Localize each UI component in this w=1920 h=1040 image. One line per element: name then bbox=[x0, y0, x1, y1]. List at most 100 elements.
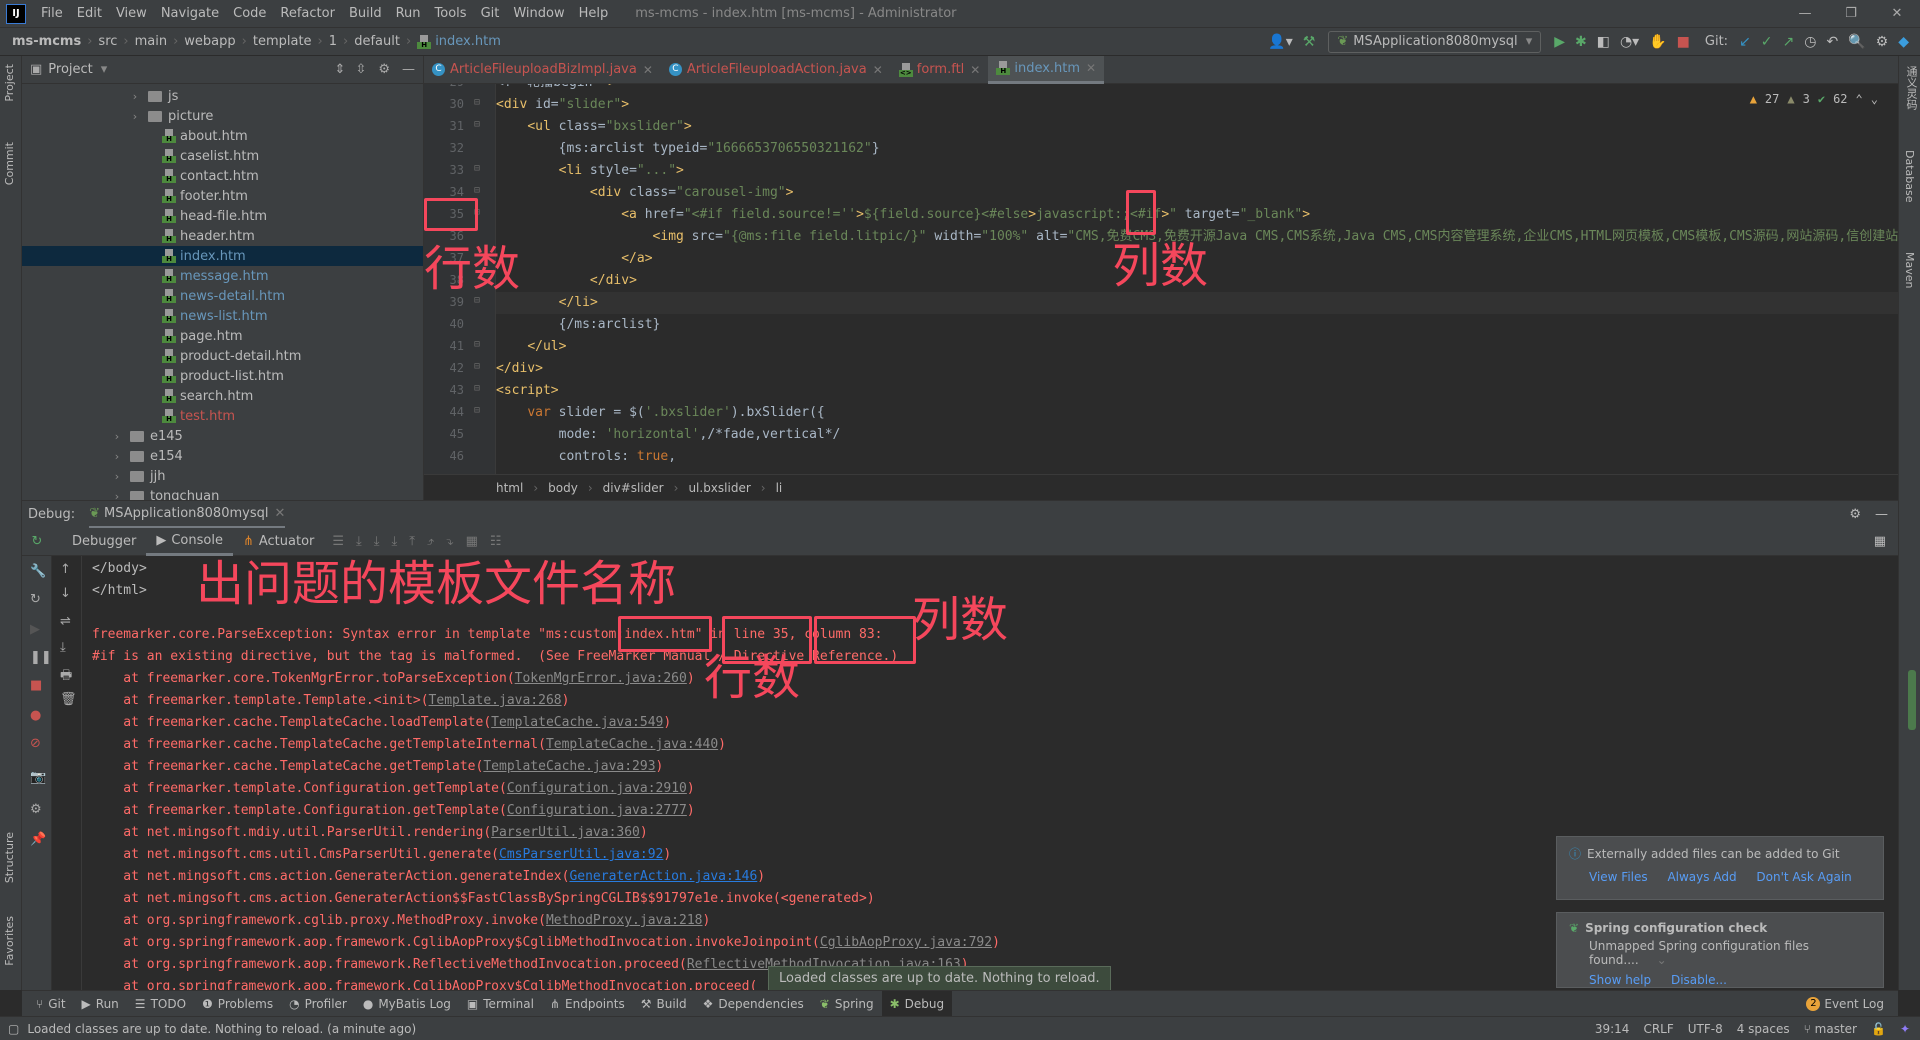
project-panel-title[interactable]: Project bbox=[48, 62, 92, 77]
layout-icon[interactable]: ▦ bbox=[1874, 534, 1886, 549]
menu-file[interactable]: File bbox=[34, 6, 70, 21]
rerun-icon[interactable]: ↻ bbox=[22, 534, 52, 549]
tree-item[interactable]: header.htm bbox=[22, 226, 423, 246]
breadcrumb-item[interactable]: template bbox=[253, 34, 312, 49]
stop-icon[interactable]: ■ bbox=[30, 678, 42, 693]
side-tab-project[interactable]: Project bbox=[3, 64, 16, 102]
menu-edit[interactable]: Edit bbox=[70, 6, 109, 21]
close-window-icon[interactable]: ✕ bbox=[1874, 6, 1920, 21]
fold-marker-icon[interactable]: ⊟ bbox=[474, 361, 480, 372]
tree-item[interactable]: head-file.htm bbox=[22, 206, 423, 226]
lock-icon[interactable]: 🔓 bbox=[1871, 1022, 1886, 1036]
chevron-down-icon[interactable]: ▾ bbox=[101, 62, 108, 77]
camera-icon[interactable]: 📷 bbox=[30, 770, 46, 785]
debug-bug-icon[interactable]: ✱ bbox=[1575, 34, 1587, 50]
chevron-right-icon[interactable]: › bbox=[110, 450, 124, 463]
coverage-icon[interactable]: ◧ bbox=[1597, 34, 1610, 50]
breadcrumb-item[interactable]: index.htm bbox=[435, 34, 501, 49]
git-branch[interactable]: ⑂ master bbox=[1804, 1022, 1857, 1036]
source-link[interactable]: GeneraterAction.java:146 bbox=[569, 869, 757, 884]
rerun-icon[interactable]: ↻ bbox=[30, 592, 41, 607]
tree-item[interactable]: news-list.htm bbox=[22, 306, 423, 326]
editor-breadcrumb-item[interactable]: body bbox=[548, 481, 578, 495]
menu-tools[interactable]: Tools bbox=[428, 6, 474, 21]
source-link[interactable]: Configuration.java:2777 bbox=[507, 803, 687, 818]
tree-item[interactable]: › js bbox=[22, 86, 423, 106]
editor-breadcrumb-item[interactable]: ul.bxslider bbox=[688, 481, 750, 495]
dont-ask-again-link[interactable]: Don't Ask Again bbox=[1756, 870, 1851, 884]
status-toggle-icon[interactable]: ▢ bbox=[8, 1022, 19, 1036]
side-tab-maven[interactable]: Maven bbox=[1903, 252, 1916, 288]
run-configuration-select[interactable]: ❦ MSApplication8080mysql ▾ bbox=[1328, 30, 1542, 53]
close-icon[interactable]: ✕ bbox=[274, 506, 285, 521]
side-tab-tongyi[interactable]: 通义灵码 bbox=[1903, 66, 1919, 110]
source-link[interactable]: TokenMgrError.java:260 bbox=[515, 671, 687, 686]
attach-icon[interactable]: ✋ bbox=[1649, 34, 1666, 50]
menu-help[interactable]: Help bbox=[572, 6, 616, 21]
fold-marker-icon[interactable]: ⊟ bbox=[474, 185, 480, 196]
collapse-all-icon[interactable]: ⇳ bbox=[355, 62, 366, 77]
tree-item[interactable]: product-detail.htm bbox=[22, 346, 423, 366]
toolwindow-dependencies[interactable]: ❖ Dependencies bbox=[695, 991, 812, 1017]
editor-breadcrumb-item[interactable]: div#slider bbox=[603, 481, 664, 495]
tree-item[interactable]: search.htm bbox=[22, 386, 423, 406]
chevron-right-icon[interactable]: › bbox=[110, 430, 124, 443]
disable-link[interactable]: Disable... bbox=[1671, 973, 1727, 987]
trash-icon[interactable]: 🗑 bbox=[60, 692, 77, 707]
wrench-icon[interactable]: 🔧 bbox=[30, 564, 46, 579]
mute-breakpoints-icon[interactable]: ⊘ bbox=[30, 736, 41, 751]
toolbox-icon[interactable]: ◆ bbox=[1898, 34, 1909, 50]
tab-actuator[interactable]: ⋔ Actuator bbox=[233, 528, 324, 556]
down-arrow-icon[interactable]: ↓ bbox=[60, 586, 71, 601]
toolwindow-spring[interactable]: ❦ Spring bbox=[812, 991, 882, 1017]
menu-window[interactable]: Window bbox=[506, 6, 571, 21]
tab-form-ftl[interactable]: form.ftl ✕ bbox=[891, 56, 989, 84]
stop-icon[interactable]: ■ bbox=[1677, 34, 1690, 50]
next-highlight-icon[interactable]: ⌄ bbox=[1871, 92, 1878, 106]
tree-item[interactable]: caselist.htm bbox=[22, 146, 423, 166]
source-link[interactable]: CglibAopProxy.java:792 bbox=[820, 935, 992, 950]
inspection-widget[interactable]: ▲ 27 ▲ 3 ✔ 62 ⌃ ⌄ bbox=[1750, 92, 1878, 106]
toolwindow-debug[interactable]: ✱ Debug bbox=[881, 990, 953, 1017]
toolwindow-endpoints[interactable]: ⋔ Endpoints bbox=[542, 991, 633, 1017]
always-add-link[interactable]: Always Add bbox=[1667, 870, 1736, 884]
side-tab-favorites[interactable]: Favorites bbox=[3, 916, 16, 966]
git-commit-icon[interactable]: ✓ bbox=[1761, 34, 1773, 50]
fold-marker-icon[interactable]: ⊟ bbox=[474, 119, 480, 130]
profile-icon[interactable]: ◔▾ bbox=[1620, 34, 1639, 50]
toolwindow-build[interactable]: ⚒ Build bbox=[633, 991, 695, 1017]
breadcrumb-item[interactable]: ms-mcms bbox=[12, 34, 81, 49]
chevron-right-icon[interactable]: › bbox=[128, 110, 142, 123]
tree-item[interactable]: › picture bbox=[22, 106, 423, 126]
tree-item[interactable]: footer.htm bbox=[22, 186, 423, 206]
toolwindow-problems[interactable]: ❶ Problems bbox=[194, 991, 281, 1017]
toolwindow-run[interactable]: ▶ Run bbox=[74, 991, 127, 1017]
previous-highlight-icon[interactable]: ⌃ bbox=[1856, 92, 1863, 106]
gear-icon[interactable]: ⚙ bbox=[30, 802, 42, 817]
build-hammer-icon[interactable]: ⚒ bbox=[1303, 34, 1316, 50]
side-tab-database[interactable]: Database bbox=[1903, 150, 1916, 203]
close-icon[interactable]: ✕ bbox=[873, 63, 883, 77]
tree-item[interactable]: test.htm bbox=[22, 406, 423, 426]
tree-item[interactable]: message.htm bbox=[22, 266, 423, 286]
breadcrumb-item[interactable]: src bbox=[98, 34, 117, 49]
chevron-right-icon[interactable]: › bbox=[128, 90, 142, 103]
history-icon[interactable]: ◷ bbox=[1804, 34, 1816, 50]
chevron-right-icon[interactable]: › bbox=[110, 470, 124, 483]
tree-item[interactable]: index.htm bbox=[22, 246, 423, 266]
menu-build[interactable]: Build bbox=[342, 6, 389, 21]
tab-articlefileuploadaction-java[interactable]: C ArticleFileuploadAction.java ✕ bbox=[661, 56, 891, 84]
hide-panel-icon[interactable]: — bbox=[402, 62, 415, 77]
side-tab-commit[interactable]: Commit bbox=[3, 142, 16, 185]
hide-panel-icon[interactable]: — bbox=[1875, 507, 1888, 522]
source-link[interactable]: Template.java:268 bbox=[429, 693, 562, 708]
breadcrumb-item[interactable]: webapp bbox=[184, 34, 235, 49]
source-link[interactable]: CmsParserUtil.java:92 bbox=[499, 847, 663, 862]
tab-console[interactable]: ▶ Console bbox=[146, 528, 233, 556]
expand-all-icon[interactable]: ⇕ bbox=[335, 62, 346, 77]
editor-breadcrumb-item[interactable]: html bbox=[496, 481, 523, 495]
run-icon[interactable]: ▶ bbox=[1554, 34, 1565, 50]
user-icon[interactable]: 👤▾ bbox=[1268, 34, 1292, 50]
editor-breadcrumb-item[interactable]: li bbox=[776, 481, 783, 495]
scroll-to-end-icon[interactable]: ⤓ bbox=[60, 640, 66, 655]
